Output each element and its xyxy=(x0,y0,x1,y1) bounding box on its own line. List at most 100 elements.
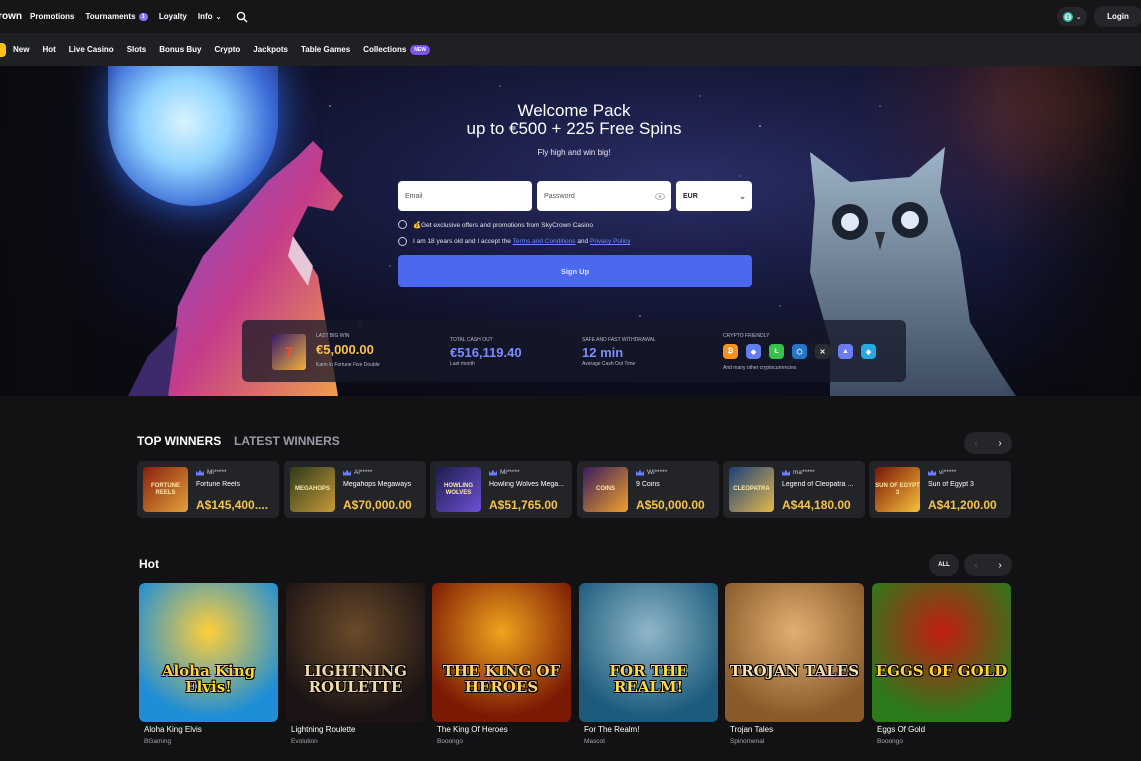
category-new[interactable]: New xyxy=(13,45,29,54)
game-provider: Booongo xyxy=(437,738,464,745)
site-logo[interactable]: SkyCrown xyxy=(0,11,22,22)
category-live-casino[interactable]: Live Casino xyxy=(69,45,114,54)
age-checkbox[interactable] xyxy=(398,237,407,246)
tab-top-winners[interactable]: TOP WINNERS xyxy=(137,434,221,448)
arrow-left-icon[interactable]: ‹ xyxy=(974,560,977,571)
game-logo-text: EGGS OF GOLD xyxy=(875,662,1008,680)
winner-game-thumbnail[interactable]: MEGAHOPS xyxy=(290,467,335,512)
nav-tournaments[interactable]: Tournaments 1 xyxy=(85,12,148,21)
lobby-tab-indicator[interactable] xyxy=(0,42,6,57)
nav-loyalty[interactable]: Loyalty xyxy=(159,12,187,21)
offers-text: 💰Get exclusive offers and promotions fro… xyxy=(413,221,593,229)
nav-promotions-label: Promotions xyxy=(30,12,75,21)
privacy-link[interactable]: Privacy Policy xyxy=(590,238,630,245)
nav-loyalty-label: Loyalty xyxy=(158,12,187,21)
crypto-coin-icon: ▲ xyxy=(838,344,853,359)
game-provider: Evolution xyxy=(291,738,318,745)
crypto-coin-icon: ◆ xyxy=(746,344,761,359)
category-collections[interactable]: Collections NEW xyxy=(363,44,430,55)
eye-icon[interactable] xyxy=(655,192,665,200)
winner-game-name: Fortune Reels xyxy=(196,481,240,488)
game-card[interactable]: FOR THE REALM! xyxy=(579,583,718,722)
category-crypto[interactable]: Crypto xyxy=(214,45,240,54)
category-jackpots[interactable]: Jackpots xyxy=(253,45,288,54)
winner-thumbnail-text: MEGAHOPS xyxy=(294,486,330,492)
game-provider: BGaming xyxy=(144,738,172,745)
winner-card[interactable]: HOWLING WOLVES Mi***** Howling Wolves Mega… xyxy=(430,461,572,518)
arrow-left-icon[interactable]: ‹ xyxy=(974,438,977,449)
crypto-coin-icon: ₿ xyxy=(723,344,738,359)
winner-amount: A$70,000.00 xyxy=(343,498,412,512)
winner-amount: A$50,000.00 xyxy=(636,498,705,512)
withdrawal-label: SAFE AND FAST WITHDRAWAL xyxy=(582,337,656,343)
category-slots[interactable]: Slots xyxy=(127,45,147,54)
game-title[interactable]: Lightning Roulette xyxy=(291,725,356,734)
game-provider: Booongo xyxy=(877,738,904,745)
game-provider: Spinomenal xyxy=(730,738,765,745)
nav-tournaments-label: Tournaments xyxy=(85,12,136,21)
language-selector[interactable]: ⌄ xyxy=(1057,7,1087,26)
game-title[interactable]: For The Realm! xyxy=(584,725,639,734)
terms-link[interactable]: Terms and Conditions xyxy=(513,238,576,245)
game-card[interactable]: Aloha King Elvis! xyxy=(139,583,278,722)
password-field[interactable]: Password xyxy=(537,181,671,211)
currency-select[interactable]: EUR ⌄ xyxy=(676,181,752,211)
game-title[interactable]: Trojan Tales xyxy=(730,725,773,734)
game-card[interactable]: THE KING OF HEROES xyxy=(432,583,571,722)
winner-card[interactable]: SUN OF EGYPT 3 vi***** Sun of Egypt 3 A$41,… xyxy=(869,461,1011,518)
hot-carousel-arrows: ‹ › xyxy=(964,554,1012,576)
winner-card[interactable]: COINS Wi***** 9 Coins A$50,000.00 xyxy=(577,461,719,518)
category-hot[interactable]: Hot xyxy=(42,45,55,54)
offers-checkbox[interactable] xyxy=(398,220,407,229)
winner-game-thumbnail[interactable]: COINS xyxy=(583,467,628,512)
winner-user: vi***** xyxy=(928,469,956,476)
nav-info[interactable]: Info ⌄ xyxy=(198,12,222,21)
game-title[interactable]: Aloha King Elvis xyxy=(144,725,202,734)
category-bonus-buy[interactable]: Bonus Buy xyxy=(159,45,201,54)
winner-username: Al***** xyxy=(354,469,373,476)
game-logo-text: Aloha King Elvis! xyxy=(161,662,256,696)
withdrawal-value: 12 min xyxy=(582,345,624,360)
currency-value: EUR xyxy=(683,192,698,200)
chevron-down-icon: ⌄ xyxy=(215,13,222,21)
nav-promotions[interactable]: Promotions xyxy=(30,12,74,21)
winner-game-name: Megahops Megaways xyxy=(343,481,412,488)
hot-all-button[interactable]: ALL xyxy=(929,554,959,576)
winner-card[interactable]: CLEOPATRA ma***** Legend of Cleopatra ... A… xyxy=(723,461,865,518)
winner-card[interactable]: FORTUNE REELS Mi***** Fortune Reels A$145,4… xyxy=(137,461,279,518)
game-card[interactable]: EGGS OF GOLD xyxy=(872,583,1011,722)
stats-strip: 7 LAST BIG WIN €5,000.00 Karin in Fortun… xyxy=(242,320,906,382)
last-win-note: Karin in Fortune Five Double xyxy=(316,362,380,368)
category-collections-label: Collections xyxy=(363,45,407,54)
arrow-right-icon[interactable]: › xyxy=(998,560,1001,571)
game-title[interactable]: The King Of Heroes xyxy=(437,725,508,734)
game-title[interactable]: Eggs Of Gold xyxy=(877,725,925,734)
crown-icon xyxy=(928,469,936,476)
game-thumbnail xyxy=(872,583,1011,722)
tab-latest-winners[interactable]: LATEST WINNERS xyxy=(234,434,340,448)
game-thumbnail xyxy=(286,583,425,722)
category-bar: New Hot Live Casino Slots Bonus Buy Cryp… xyxy=(0,33,1141,66)
fortune-five-thumbnail[interactable]: 7 xyxy=(272,334,306,370)
winner-card[interactable]: MEGAHOPS Al***** Megahops Megaways A$70,000… xyxy=(284,461,426,518)
winner-game-thumbnail[interactable]: HOWLING WOLVES xyxy=(436,467,481,512)
winner-game-thumbnail[interactable]: SUN OF EGYPT 3 xyxy=(875,467,920,512)
email-field[interactable]: Email xyxy=(398,181,532,211)
crypto-coin-icon: ◈ xyxy=(861,344,876,359)
winner-game-name: 9 Coins xyxy=(636,481,660,488)
category-table-games[interactable]: Table Games xyxy=(301,45,350,54)
winner-game-thumbnail[interactable]: FORTUNE REELS xyxy=(143,467,188,512)
offers-checkbox-row: 💰Get exclusive offers and promotions fro… xyxy=(398,220,593,229)
game-card[interactable]: TROJAN TALES xyxy=(725,583,864,722)
game-logo-text: TROJAN TALES xyxy=(729,662,860,680)
login-button[interactable]: Login xyxy=(1094,6,1141,27)
signup-button[interactable]: Sign Up xyxy=(398,255,752,287)
chevron-down-icon: ⌄ xyxy=(1075,13,1082,21)
crypto-coin-icon: ✕ xyxy=(815,344,830,359)
arrow-right-icon[interactable]: › xyxy=(998,438,1001,449)
game-thumbnail xyxy=(579,583,718,722)
winner-game-thumbnail[interactable]: CLEOPATRA xyxy=(729,467,774,512)
search-icon[interactable] xyxy=(236,11,248,23)
winner-username: Mi***** xyxy=(500,469,520,476)
game-card[interactable]: LIGHTNING ROULETTE xyxy=(286,583,425,722)
